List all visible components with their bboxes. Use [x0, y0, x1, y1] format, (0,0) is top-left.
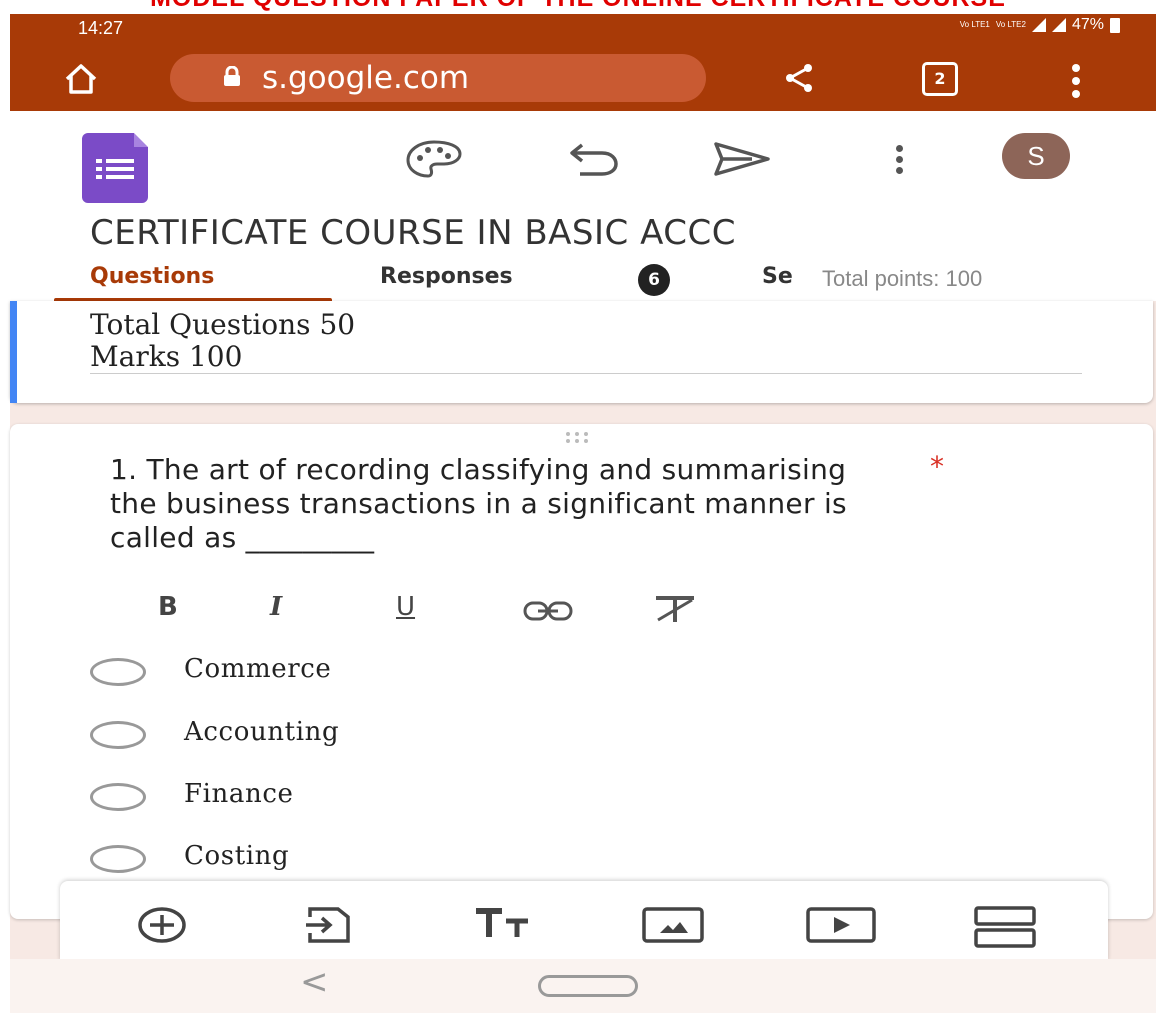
- question-text[interactable]: 1. The art of recording classifying and …: [110, 453, 900, 555]
- radio-button[interactable]: [90, 845, 146, 873]
- option-label: Accounting: [184, 717, 340, 747]
- radio-button[interactable]: [90, 658, 146, 686]
- selected-card-indicator: [10, 301, 17, 403]
- description-marks[interactable]: Marks 100: [90, 340, 242, 373]
- radio-button[interactable]: [90, 721, 146, 749]
- form-title: CERTIFICATE COURSE IN BASIC ACCC: [90, 213, 736, 253]
- more-options-icon[interactable]: [896, 145, 904, 175]
- option-label: Costing: [184, 841, 290, 871]
- share-icon[interactable]: [784, 62, 814, 94]
- italic-button[interactable]: I: [270, 592, 282, 622]
- add-question-icon[interactable]: [130, 905, 194, 945]
- battery-icon: [1110, 17, 1120, 33]
- avatar[interactable]: S: [1002, 133, 1070, 179]
- description-total-questions[interactable]: Total Questions 50: [90, 308, 355, 341]
- forms-app-bar: S CERTIFICATE COURSE IN BASIC ACCC Quest…: [10, 111, 1156, 302]
- volte-1-label: Vo LTE1: [959, 20, 990, 29]
- responses-count-badge: 6: [638, 264, 670, 296]
- required-asterisk: *: [930, 450, 944, 483]
- undo-icon[interactable]: [566, 141, 622, 177]
- drag-handle-icon[interactable]: [566, 432, 596, 443]
- overflow-menu-icon[interactable]: [1072, 64, 1080, 98]
- url-bar[interactable]: s.google.com: [170, 54, 706, 102]
- status-time: 14:27: [78, 18, 124, 38]
- add-image-icon[interactable]: [640, 905, 706, 945]
- import-questions-icon[interactable]: [302, 905, 356, 945]
- add-item-toolbar: [60, 881, 1108, 961]
- add-video-icon[interactable]: [804, 905, 878, 945]
- option-row[interactable]: Accounting: [90, 715, 590, 755]
- browser-chrome: 14:27 Vo LTE1 Vo LTE2 47% s.google.com 2: [10, 14, 1156, 111]
- add-section-icon[interactable]: [972, 905, 1038, 949]
- banner-text: MODEL QUESTION PAPER OF THE ONLINE CERTI…: [0, 0, 1156, 13]
- tab-switcher-button[interactable]: 2: [922, 62, 958, 96]
- option-row[interactable]: Commerce: [90, 652, 590, 692]
- send-icon[interactable]: [712, 141, 772, 177]
- signal-1-icon: [1031, 18, 1046, 32]
- battery-percent: 47%: [1071, 16, 1104, 33]
- clear-formatting-icon[interactable]: [652, 594, 698, 624]
- palette-icon[interactable]: [404, 139, 464, 179]
- top-banner: MODEL QUESTION PAPER OF THE ONLINE CERTI…: [0, 0, 1156, 14]
- description-underline: [90, 373, 1082, 374]
- bold-button[interactable]: B: [158, 592, 178, 622]
- add-title-icon[interactable]: [472, 905, 532, 941]
- signal-2-icon: [1051, 18, 1066, 32]
- tab-responses[interactable]: Responses: [380, 264, 513, 289]
- status-icons: Vo LTE1 Vo LTE2 47%: [960, 16, 1120, 34]
- option-label: Commerce: [184, 654, 332, 684]
- url-text: s.google.com: [262, 60, 470, 96]
- nav-home-icon[interactable]: [538, 975, 638, 997]
- home-icon[interactable]: [64, 62, 98, 96]
- google-forms-logo-icon[interactable]: [82, 133, 148, 203]
- tab-questions[interactable]: Questions: [90, 264, 214, 289]
- underline-button[interactable]: U: [396, 592, 415, 622]
- nav-back-icon[interactable]: <: [300, 962, 329, 1002]
- lock-icon: [224, 66, 240, 86]
- radio-button[interactable]: [90, 783, 146, 811]
- volte-2-label: Vo LTE2: [995, 20, 1026, 29]
- option-row[interactable]: Finance: [90, 777, 590, 817]
- link-icon[interactable]: [522, 598, 574, 624]
- tab-settings[interactable]: Se: [762, 264, 793, 289]
- option-label: Finance: [184, 779, 294, 809]
- total-points: Total points: 100: [822, 266, 983, 291]
- option-row[interactable]: Costing: [90, 839, 590, 879]
